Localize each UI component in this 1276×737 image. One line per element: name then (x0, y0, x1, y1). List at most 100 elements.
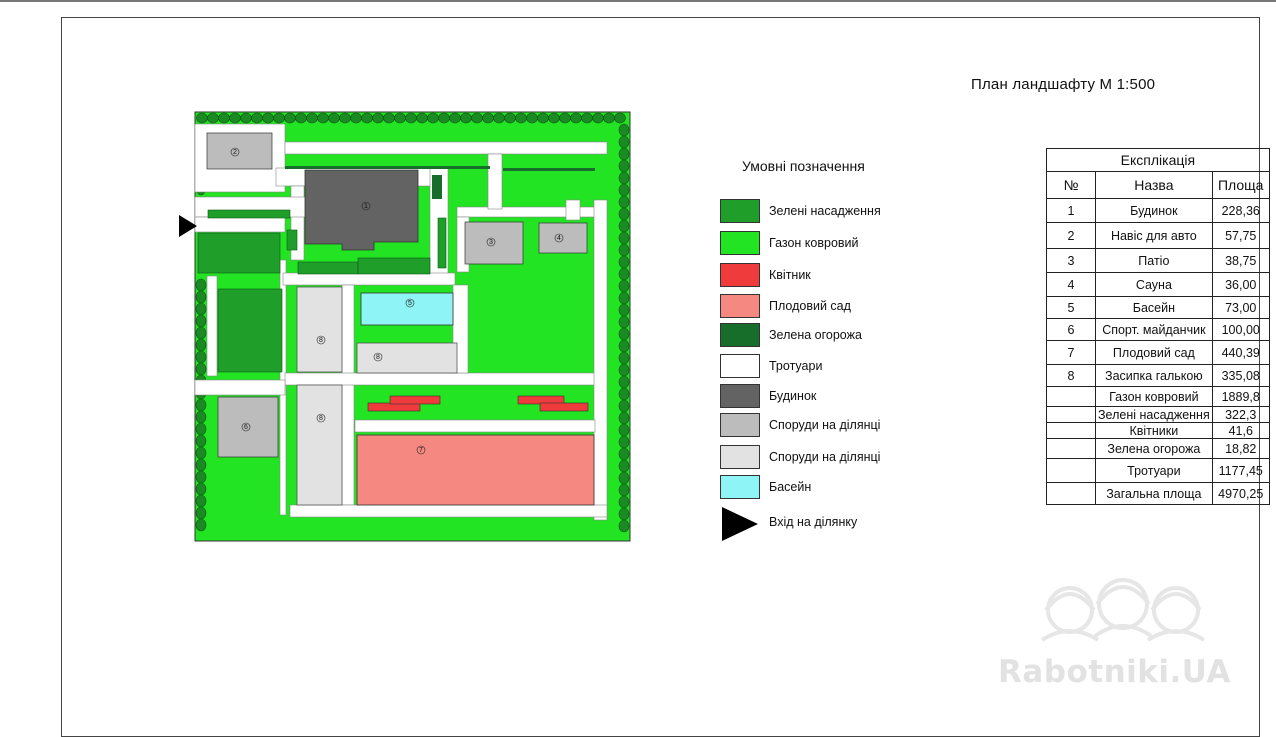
cell-number: 4 (1046, 272, 1096, 297)
tree-icon (339, 112, 351, 124)
tree-icon (618, 255, 630, 269)
cell-name: Загальна площа (1095, 482, 1213, 505)
tree-icon (618, 459, 630, 473)
tree-icon (618, 351, 630, 365)
column-header-name: Назва (1095, 171, 1213, 199)
tree-icon (614, 112, 626, 124)
cell-name: Газон ковровий (1095, 386, 1213, 407)
cell-number: 6 (1046, 318, 1096, 341)
tree-icon (618, 495, 630, 509)
tree-icon (548, 112, 560, 124)
cell-area: 440,39 (1211, 340, 1270, 365)
cell-name: Будинок (1095, 198, 1213, 223)
legend-label: Вхід на ділянку (769, 515, 858, 529)
column-header-number: № (1046, 171, 1096, 199)
tree-icon (195, 278, 207, 292)
tree-icon (618, 291, 630, 305)
plan-number-2: 2 (233, 149, 237, 156)
tree-icon (196, 112, 208, 124)
tree-icon (618, 219, 630, 233)
cell-number: 3 (1046, 248, 1096, 273)
tree-icon (295, 112, 307, 124)
cell-area: 38,75 (1211, 248, 1270, 273)
tree-icon (372, 112, 384, 124)
table-row: 8 Засипка галькою 335,08 (1046, 364, 1270, 387)
legend-label: Будинок (769, 389, 817, 403)
cell-name: Патіо (1095, 248, 1213, 273)
tree-icon (284, 112, 296, 124)
tree-icon (195, 506, 207, 520)
tree-icon (195, 410, 207, 424)
legend-label: Плодовий сад (769, 299, 851, 313)
entrance-arrow-icon (179, 215, 197, 237)
table-row: 1 Будинок 228,36 (1046, 198, 1270, 223)
table-row: Загальна площа 4970,25 (1046, 482, 1270, 505)
cell-area: 1177,45 (1211, 458, 1270, 483)
legend-swatch (720, 475, 760, 499)
tree-icon (618, 267, 630, 281)
tree-icon (218, 112, 230, 124)
plan-number-6: 6 (244, 424, 248, 431)
tree-icon (618, 303, 630, 317)
column-header-area: Площа (1211, 171, 1270, 199)
tree-icon (438, 112, 450, 124)
cell-number (1046, 438, 1096, 459)
tree-icon (618, 195, 630, 209)
tree-icon (262, 112, 274, 124)
tree-icon (416, 112, 428, 124)
tree-icon (618, 519, 630, 533)
tree-icon (195, 338, 207, 352)
table-row: 6 Спорт. майданчик 100,00 (1046, 318, 1270, 341)
legend-swatch (720, 231, 760, 255)
tree-icon (618, 207, 630, 221)
cell-number: 8 (1046, 364, 1096, 387)
tree-icon (618, 375, 630, 389)
watermark: Rabotniki.UA (998, 570, 1248, 700)
legend-swatch (720, 384, 760, 408)
explication-body: 1 Будинок 228,36 2 Навіс для авто 57,75 3 Патіо… (1046, 198, 1270, 505)
tree-icon (570, 112, 582, 124)
cell-area: 36,00 (1211, 272, 1270, 297)
table-row: Квітники 41,6 (1046, 422, 1270, 439)
plan-number-4: 4 (557, 235, 561, 242)
plan-number-5: 5 (408, 300, 412, 307)
legend-label: Газон ковровий (769, 236, 859, 250)
legend-swatch (720, 263, 760, 287)
cell-number: 1 (1046, 198, 1096, 223)
cell-number (1046, 406, 1096, 423)
tree-icon (618, 159, 630, 173)
tree-icon (603, 112, 615, 124)
tree-icon (504, 112, 516, 124)
tree-icon (618, 183, 630, 197)
orchard (356, 434, 595, 506)
tree-icon (306, 112, 318, 124)
tree-icon (526, 112, 538, 124)
cell-name: Тротуари (1095, 458, 1213, 483)
table-row: 5 Басейн 73,00 (1046, 296, 1270, 319)
legend-label: Споруди на ділянці (769, 418, 881, 432)
legend-swatch (720, 199, 760, 223)
legend-label: Басейн (769, 480, 812, 494)
tree-icon (618, 387, 630, 401)
table-row: 7 Плодовий сад 440,39 (1046, 340, 1270, 365)
legend-swatch (720, 413, 760, 437)
cell-name: Засипка галькою (1095, 364, 1213, 387)
legend-label: Зелені насадження (769, 204, 881, 218)
cell-name: Спорт. майданчик (1095, 318, 1213, 341)
tree-icon (618, 315, 630, 329)
legend-label: Квітник (769, 268, 811, 282)
tree-icon (471, 112, 483, 124)
tree-icon (195, 518, 207, 532)
tree-icon (559, 112, 571, 124)
cell-number (1046, 422, 1096, 439)
tree-icon (618, 171, 630, 185)
house (304, 169, 419, 251)
cell-area: 322,3 (1211, 406, 1270, 423)
legend-swatch (720, 323, 760, 347)
tree-icon (618, 147, 630, 161)
tree-icon (273, 112, 285, 124)
tree-icon (493, 112, 505, 124)
tree-icon (618, 411, 630, 425)
cell-name: Басейн (1095, 296, 1213, 319)
watermark-text: Rabotniki.UA (998, 654, 1232, 690)
